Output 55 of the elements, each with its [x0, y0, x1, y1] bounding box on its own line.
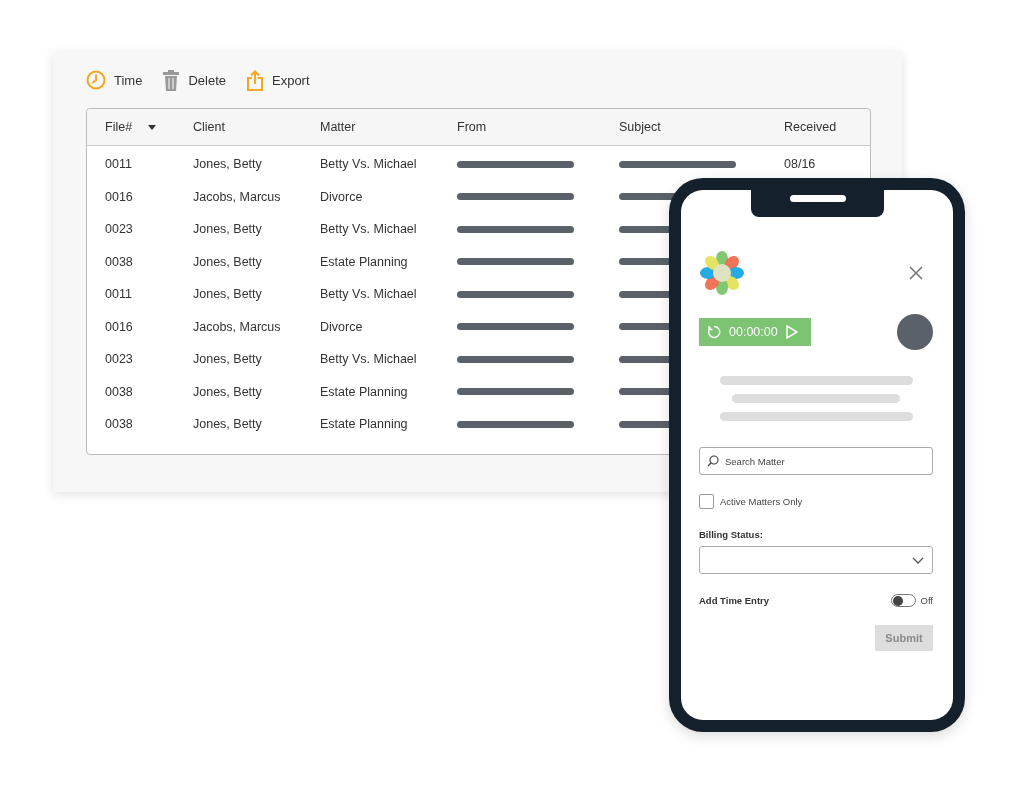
column-header[interactable]: Matter [320, 120, 457, 134]
table-cell-text: Estate Planning [320, 417, 409, 432]
table-cell-text: 0038 [105, 254, 134, 269]
toolbar-button[interactable]: Time [86, 70, 143, 90]
table-cell-text: 0023 [105, 222, 134, 237]
export-icon [246, 69, 264, 91]
clock-icon [86, 70, 106, 90]
table-cell-text: 0023 [105, 352, 134, 367]
table-cell-text: Betty Vs. Michael [320, 222, 418, 237]
column-header[interactable]: Received [784, 120, 870, 134]
table-cell-text: Divorce [320, 189, 364, 204]
table-cell-text: 08/16 [784, 157, 817, 172]
field-label: Billing Status: [699, 529, 764, 540]
table-cell-text: Jones, Betty [193, 254, 263, 269]
table-cell-text: Divorce [320, 319, 364, 334]
checkbox[interactable] [699, 494, 714, 509]
toolbar-button[interactable]: Export [246, 69, 310, 91]
table-cell-text: 0011 [105, 157, 133, 172]
trash-icon [162, 69, 181, 91]
table-cell-text: Jones, Betty [193, 384, 263, 399]
sort-caret-icon [148, 124, 157, 130]
toggle-state: Off [920, 595, 933, 606]
checkbox-label: Active Matters Only [720, 496, 803, 507]
column-header[interactable]: From [457, 120, 619, 134]
search-field[interactable]: Search Matter [699, 447, 933, 475]
close-icon[interactable] [909, 266, 923, 280]
table-cell-text: Jones, Betty [193, 157, 263, 172]
table-cell-text: 0038 [105, 417, 134, 432]
table-cell-text: 0038 [105, 384, 134, 399]
table-cell-text: Betty Vs. Michael [320, 352, 418, 367]
table-cell-text: Jones, Betty [193, 417, 263, 432]
table-cell-text: 0016 [105, 189, 134, 204]
table-cell-text: Betty Vs. Michael [320, 287, 418, 302]
table-cell-text: Jones, Betty [193, 352, 263, 367]
column-header[interactable]: File# [105, 120, 193, 134]
table-cell-text: Betty Vs. Michael [320, 157, 418, 172]
toolbar-button[interactable]: Delete [162, 69, 226, 91]
billing-status-select[interactable] [699, 546, 933, 574]
table-cell-text: Estate Planning [320, 384, 409, 399]
avatar [897, 314, 933, 350]
play-icon [785, 325, 798, 339]
table-cell-text: 0016 [105, 319, 134, 334]
table-cell-text: Jacobs, Marcus [193, 319, 282, 334]
table-cell-text: Jacobs, Marcus [193, 189, 282, 204]
field-label: Add Time Entry [699, 595, 770, 606]
table-cell-text: Estate Planning [320, 254, 409, 269]
table-cell-text: 0011 [105, 287, 133, 302]
chevron-down-icon [912, 556, 924, 564]
reset-icon [707, 325, 721, 339]
table-cell-text: Jones, Betty [193, 287, 263, 302]
column-header[interactable]: Subject [619, 120, 784, 134]
table-cell-text: Jones, Betty [193, 222, 263, 237]
flower-logo-icon [699, 250, 745, 296]
column-header[interactable]: Client [193, 120, 320, 134]
search-icon [707, 455, 719, 467]
